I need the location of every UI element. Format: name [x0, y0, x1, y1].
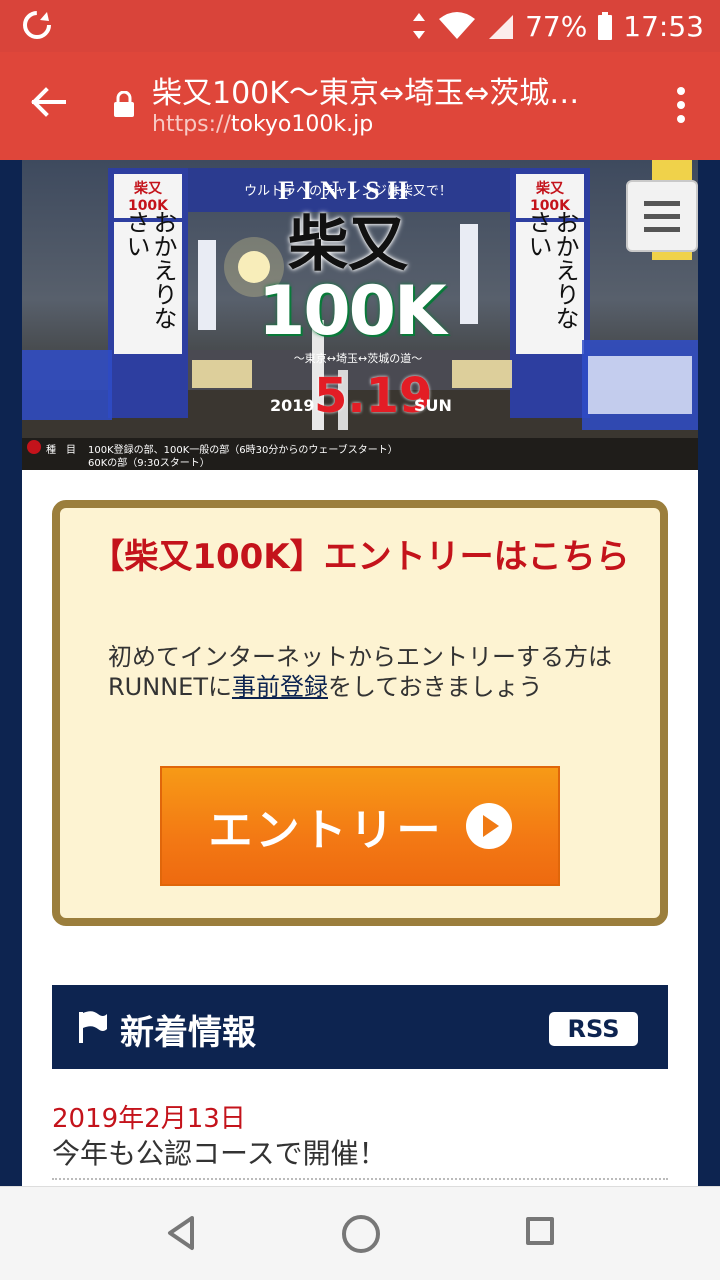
page-body: FINISH 柴又100K 柴又100K おかえりなさい おかえりなさい ウルト… — [22, 160, 698, 1186]
hero-caption-label: 種 目 — [46, 445, 76, 456]
sync-icon — [23, 11, 51, 39]
lock-icon — [114, 91, 134, 117]
browser-toolbar: 柴又100K〜東京⇔埼玉⇔茨城… https://tokyo100k.jp — [0, 52, 720, 160]
pillar-text-right: おかえりなさい — [524, 210, 579, 330]
status-indicators: 77% 17:53 — [411, 0, 704, 52]
wifi-icon — [439, 12, 476, 39]
news-heading: 新着情報 — [120, 1013, 256, 1053]
menu-bar-icon — [644, 200, 680, 206]
news-divider — [52, 1178, 668, 1180]
flag-icon — [79, 1011, 107, 1043]
cell-signal-icon — [489, 15, 514, 39]
nav-back-icon[interactable] — [166, 1215, 196, 1251]
menu-bar-icon — [644, 226, 680, 232]
hero-caption-line2: 60Kの部（9:30スタート） — [88, 458, 210, 469]
url-host: tokyo100k.jp — [230, 112, 374, 137]
hamburger-menu-button[interactable] — [626, 180, 698, 252]
entry-button-label: エントリー — [208, 805, 444, 856]
entry-box: 【柴又100K】エントリーはこちら 初めてインターネットからエントリーする方はR… — [52, 500, 668, 926]
system-nav-bar — [0, 1186, 720, 1280]
pre-registration-link[interactable]: 事前登録 — [232, 673, 328, 701]
pillar-brand-right: 柴又100K — [529, 181, 571, 214]
news-item-date: 2019年2月13日 — [52, 1104, 246, 1134]
page-title[interactable]: 柴又100K〜東京⇔埼玉⇔茨城… — [152, 68, 612, 112]
pillar-brand-left: 柴又100K — [127, 181, 169, 214]
url-scheme: https:// — [152, 112, 231, 137]
clock: 17:53 — [623, 9, 704, 43]
hero-logo-sub: 100K — [258, 272, 447, 351]
entry-button[interactable]: エントリー — [160, 766, 560, 886]
entry-desc-after: をしておきましょう — [327, 673, 543, 701]
entry-heading: 【柴又100K】エントリーはこちら — [90, 537, 630, 577]
back-arrow-icon[interactable] — [28, 82, 68, 122]
page-url[interactable]: https://tokyo100k.jp — [152, 112, 373, 137]
nav-recents-icon[interactable] — [526, 1217, 554, 1245]
hero-banner: FINISH 柴又100K 柴又100K おかえりなさい おかえりなさい ウルト… — [22, 160, 698, 470]
entry-description: 初めてインターネットからエントリーする方はRUNNETに事前登録をしておきましょ… — [108, 642, 618, 702]
web-content: FINISH 柴又100K 柴又100K おかえりなさい おかえりなさい ウルト… — [0, 160, 720, 1186]
rss-button[interactable]: RSS — [549, 1012, 638, 1046]
hero-year: 2019 — [270, 396, 315, 415]
pillar-text-left: おかえりなさい — [122, 210, 177, 330]
status-bar: 77% 17:53 — [0, 0, 720, 52]
battery-icon — [598, 12, 613, 40]
news-header: 新着情報 RSS — [52, 985, 668, 1069]
news-item-title[interactable]: 今年も公認コースで開催！ — [52, 1132, 387, 1172]
overflow-menu-icon[interactable] — [676, 86, 686, 124]
nav-home-icon[interactable] — [342, 1215, 380, 1253]
hero-weekday: SUN — [414, 396, 452, 415]
menu-bar-icon — [644, 213, 680, 219]
alarm-icon — [413, 13, 426, 39]
hero-route: 〜東京↔埼玉↔茨城の道〜 — [293, 352, 423, 365]
hero-logo: 柴又 — [288, 210, 408, 280]
play-circle-icon — [465, 803, 512, 849]
battery-percent: 77% — [525, 9, 588, 43]
